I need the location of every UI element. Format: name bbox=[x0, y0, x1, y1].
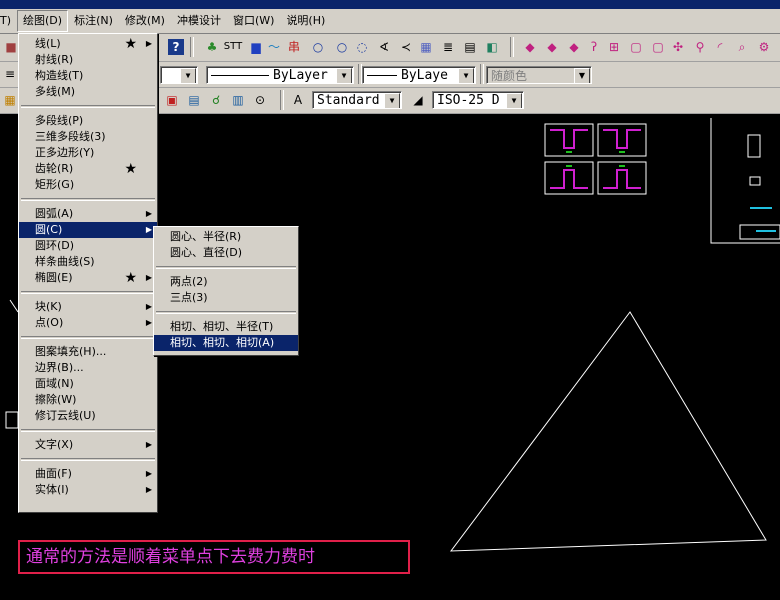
menu-item-ray[interactable]: 射线(R) bbox=[19, 52, 157, 68]
menu-item-donut[interactable]: 圆环(D) bbox=[19, 238, 157, 254]
submenu-item-tan-tan-radius[interactable]: 相切、相切、半径(T) bbox=[154, 319, 298, 335]
menu-item-wipeout[interactable]: 擦除(W) bbox=[19, 392, 157, 408]
menu-item-region[interactable]: 面域(N) bbox=[19, 376, 157, 392]
menu-item-circle[interactable]: 圆(C) ▶ bbox=[19, 222, 157, 238]
title-block-border bbox=[710, 118, 780, 244]
menu-item-surface[interactable]: 曲面(F) ▶ bbox=[19, 466, 157, 482]
ucs-axis bbox=[5, 299, 19, 429]
menu-item-solid[interactable]: 实体(I) ▶ bbox=[19, 482, 157, 498]
submenu-item-center-diameter[interactable]: 圆心、直径(D) bbox=[154, 245, 298, 261]
menu-separator bbox=[21, 458, 155, 461]
draw-menu: 线(L) ★ ▶ 射线(R) 构造线(T) 多线(M) 多段线(P) 三维多段线(3… bbox=[18, 33, 158, 513]
submenu-item-3point[interactable]: 三点(3) bbox=[154, 290, 298, 306]
menu-item-hatch[interactable]: 图案填充(H)... bbox=[19, 344, 157, 360]
submenu-arrow-icon: ▶ bbox=[145, 39, 152, 48]
menu-separator bbox=[156, 266, 296, 269]
menu-item-xline[interactable]: 构造线(T) bbox=[19, 68, 157, 84]
submenu-item-tan-tan-tan[interactable]: 相切、相切、相切(A) bbox=[154, 335, 298, 351]
submenu-item-center-radius[interactable]: 圆心、半径(R) bbox=[154, 229, 298, 245]
menu-item-spline[interactable]: 样条曲线(S) bbox=[19, 254, 157, 270]
menu-item-3dpoly[interactable]: 三维多段线(3) bbox=[19, 129, 157, 145]
menu-item-line[interactable]: 线(L) ★ ▶ bbox=[19, 36, 157, 52]
submenu-arrow-icon: ▶ bbox=[145, 302, 152, 311]
menu-item-ellipse[interactable]: 椭圆(E) ★ ▶ bbox=[19, 270, 157, 286]
menu-separator bbox=[21, 336, 155, 339]
part-markers bbox=[566, 151, 625, 167]
menu-item-gear[interactable]: 齿轮(R) ★ bbox=[19, 161, 157, 177]
star-icon: ★ bbox=[124, 270, 137, 286]
menu-item-boundary[interactable]: 边界(B)... bbox=[19, 360, 157, 376]
die-parts-detail bbox=[550, 129, 641, 189]
submenu-item-2point[interactable]: 两点(2) bbox=[154, 274, 298, 290]
submenu-arrow-icon: ▶ bbox=[145, 318, 152, 327]
title-block-element bbox=[747, 134, 761, 158]
menu-item-point[interactable]: 点(O) ▶ bbox=[19, 315, 157, 331]
menu-separator bbox=[21, 291, 155, 294]
menu-item-polygon[interactable]: 正多边形(Y) bbox=[19, 145, 157, 161]
menu-separator bbox=[21, 198, 155, 201]
menu-item-mline[interactable]: 多线(M) bbox=[19, 84, 157, 100]
submenu-arrow-icon: ▶ bbox=[145, 469, 152, 478]
title-block-element bbox=[749, 176, 761, 186]
menu-item-revcloud[interactable]: 修订云线(U) bbox=[19, 408, 157, 424]
triangle-shape bbox=[449, 311, 767, 552]
submenu-arrow-icon: ▶ bbox=[145, 440, 152, 449]
star-icon: ★ bbox=[124, 36, 137, 52]
menu-separator bbox=[21, 105, 155, 108]
star-icon: ★ bbox=[124, 161, 137, 177]
menu-item-rectangle[interactable]: 矩形(G) bbox=[19, 177, 157, 193]
caption-annotation: 通常的方法是顺着菜单点下去费力费时 bbox=[18, 540, 410, 574]
menu-separator bbox=[21, 429, 155, 432]
submenu-arrow-icon: ▶ bbox=[145, 485, 152, 494]
title-block bbox=[710, 118, 780, 244]
menu-item-arc[interactable]: 圆弧(A) ▶ bbox=[19, 206, 157, 222]
part-detail bbox=[603, 169, 641, 189]
circle-submenu: 圆心、半径(R) 圆心、直径(D) 两点(2) 三点(3) 相切、相切、半径(T… bbox=[153, 226, 299, 356]
submenu-arrow-icon: ▶ bbox=[145, 209, 152, 218]
menu-item-block[interactable]: 块(K) ▶ bbox=[19, 299, 157, 315]
menu-item-pline[interactable]: 多段线(P) bbox=[19, 113, 157, 129]
submenu-arrow-icon: ▶ bbox=[145, 225, 152, 234]
submenu-arrow-icon: ▶ bbox=[145, 273, 152, 282]
part-detail bbox=[550, 169, 588, 189]
ucs-box bbox=[5, 411, 19, 429]
part-detail bbox=[550, 129, 588, 149]
menu-separator bbox=[156, 311, 296, 314]
part-detail bbox=[603, 129, 641, 149]
menu-item-text[interactable]: 文字(X) ▶ bbox=[19, 437, 157, 453]
die-parts bbox=[544, 123, 647, 195]
ucs-line bbox=[9, 299, 19, 313]
